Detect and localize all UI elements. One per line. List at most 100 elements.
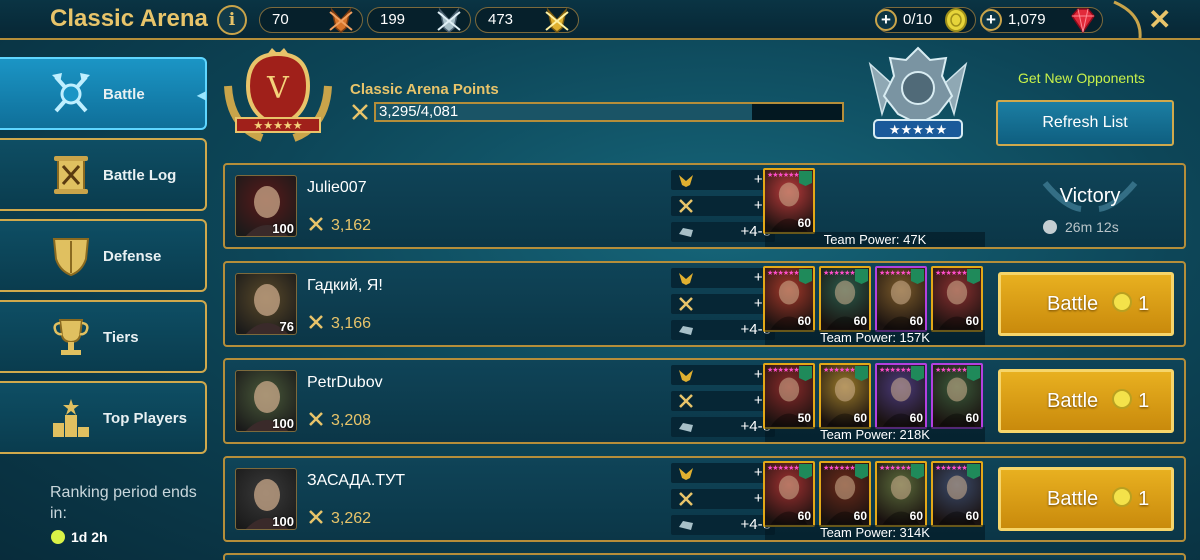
affinity-icon — [855, 269, 868, 284]
crossed-axes-icon — [52, 73, 90, 113]
opponent-row: 76 Гадкий, Я! 3,166 +4 +6 +4-6 ★★★★★★ 60 — [223, 261, 1186, 347]
gold-token-icon — [679, 175, 693, 187]
add-gems-icon[interactable]: + — [980, 9, 1002, 31]
battle-button[interactable]: Battle 1 — [998, 369, 1174, 433]
sidebar-item-battle[interactable]: Battle ◀ — [0, 57, 207, 130]
gold-token-icon — [679, 273, 693, 285]
crossed-swords-icon — [309, 510, 323, 524]
crossed-swords-icon — [309, 315, 323, 329]
reward-row: +4-6 — [671, 222, 775, 242]
battle-button[interactable]: Battle 1 — [998, 467, 1174, 531]
gold-token-value: 473 — [488, 11, 514, 28]
champion-card[interactable]: ★★★★★★ 60 — [875, 363, 927, 429]
reward-row: +6 — [671, 196, 775, 216]
opponent-avatar[interactable]: 100 — [235, 175, 297, 237]
gem-icon — [1071, 8, 1095, 34]
refresh-list-button[interactable]: Refresh List — [996, 100, 1174, 146]
champion-card[interactable]: ★★★★★★ 60 — [763, 266, 815, 332]
arena-coin-icon — [945, 8, 967, 32]
silver-ingot-icon — [679, 228, 693, 237]
affinity-icon — [967, 269, 980, 284]
silver-token-icon — [437, 7, 461, 33]
crossed-swords-icon — [309, 412, 323, 426]
get-new-opponents-label: Get New Opponents — [1018, 70, 1145, 86]
champion-card[interactable]: ★★★★★★ 50 — [763, 363, 815, 429]
champion-stars: ★★★★★★ — [879, 270, 912, 277]
opponent-row: 100 ЗАСАДА.ТУТ 3,262 +4 +9 +4-6 ★★★★★★ 6… — [223, 456, 1186, 542]
team-power: Team Power: 47K — [765, 232, 985, 247]
champion-stars: ★★★★★★ — [823, 270, 856, 277]
arena-coin-icon — [1112, 487, 1133, 507]
affinity-icon — [967, 366, 980, 381]
silver-token-value: 199 — [380, 11, 406, 28]
sidebar-item-label: Battle — [103, 86, 145, 103]
opponent-avatar[interactable]: 100 — [235, 468, 297, 530]
bronze-token-value: 70 — [272, 11, 289, 28]
active-arrow-icon: ◀ — [196, 88, 206, 102]
top-bar: Classic Arena i 70 199 473 + 0/10 + 1,07… — [0, 0, 1200, 40]
champion-card[interactable]: ★★★★★★ 60 — [931, 266, 983, 332]
reward-row: +4-6 — [671, 320, 775, 340]
crossed-swords-icon — [679, 297, 693, 311]
arena-points-label: Classic Arena Points — [350, 81, 499, 98]
clock-icon — [51, 530, 65, 544]
team-power: Team Power: 314K — [765, 525, 985, 540]
champion-stars: ★★★★★★ — [823, 465, 856, 472]
opponent-avatar[interactable]: 76 — [235, 273, 297, 335]
champion-card[interactable]: ★★★★★★ 60 — [819, 363, 871, 429]
champion-card[interactable]: ★★★★★★ 60 — [763, 461, 815, 527]
add-token-icon[interactable]: + — [875, 9, 897, 31]
bronze-token-counter: 70 — [259, 7, 363, 33]
champion-level: 60 — [797, 216, 811, 230]
bronze-token-icon — [329, 7, 353, 33]
victory-time: 26m 12s — [1043, 219, 1119, 235]
battle-button-label: Battle — [1047, 390, 1099, 412]
champion-card[interactable]: ★★★★★★ 60 — [819, 266, 871, 332]
gold-token-icon — [679, 370, 693, 382]
page-title: Classic Arena — [50, 5, 208, 32]
opponent-name: PetrDubov — [307, 374, 383, 391]
sidebar-item-label: Tiers — [103, 329, 139, 346]
reward-row: +4-6 — [671, 417, 775, 437]
close-icon[interactable]: ✕ — [1148, 3, 1171, 36]
sidebar-item-top-players[interactable]: Top Players — [0, 381, 207, 454]
gem-counter[interactable]: + 1,079 — [980, 7, 1103, 34]
opponent-name: ЗАСАДА.ТУТ — [307, 472, 406, 489]
sidebar-item-tiers[interactable]: Tiers — [0, 300, 207, 373]
arena-coin-icon — [1112, 292, 1133, 312]
info-icon[interactable]: i — [217, 5, 247, 35]
team-power: Team Power: 157K — [765, 330, 985, 345]
opponent-points: 3,208 — [307, 410, 371, 430]
affinity-icon — [967, 464, 980, 479]
champion-stars: ★★★★★★ — [879, 367, 912, 374]
champion-card[interactable]: ★★★★★★ 60 — [819, 461, 871, 527]
svg-text:★★★★★: ★★★★★ — [253, 120, 302, 132]
battle-button[interactable]: Battle 1 — [998, 272, 1174, 336]
opponent-level: 76 — [279, 319, 294, 334]
arena-token-counter[interactable]: + 0/10 — [875, 7, 976, 33]
sidebar-item-battle-log[interactable]: Battle Log — [0, 138, 207, 211]
champion-card[interactable]: ★★★★★★ 60 — [763, 168, 815, 234]
champion-card[interactable]: ★★★★★★ 60 — [931, 363, 983, 429]
champion-level: 60 — [853, 411, 867, 425]
champion-level: 60 — [797, 314, 811, 328]
champion-card[interactable]: ★★★★★★ 60 — [875, 461, 927, 527]
affinity-icon — [799, 171, 812, 186]
trophy-icon — [53, 319, 89, 355]
shield-icon — [52, 238, 90, 277]
tier-badge-icon: ★★★★★ — [868, 46, 968, 139]
champion-level: 60 — [853, 314, 867, 328]
sidebar-item-label: Top Players — [103, 410, 187, 427]
champion-card[interactable]: ★★★★★★ 60 — [875, 266, 927, 332]
opponent-avatar[interactable]: 100 — [235, 370, 297, 432]
champion-stars: ★★★★★★ — [767, 367, 800, 374]
clock-icon — [1043, 220, 1057, 234]
champion-level: 60 — [909, 411, 923, 425]
arena-points-bar: 3,295/4,081 — [374, 102, 844, 122]
champion-level: 60 — [909, 509, 923, 523]
svg-text:★★★★★: ★★★★★ — [889, 122, 947, 137]
champion-card[interactable]: ★★★★★★ 60 — [931, 461, 983, 527]
opponent-points: 3,262 — [307, 508, 371, 528]
sidebar-item-defense[interactable]: Defense — [0, 219, 207, 292]
rank-letter: V — [266, 71, 290, 106]
